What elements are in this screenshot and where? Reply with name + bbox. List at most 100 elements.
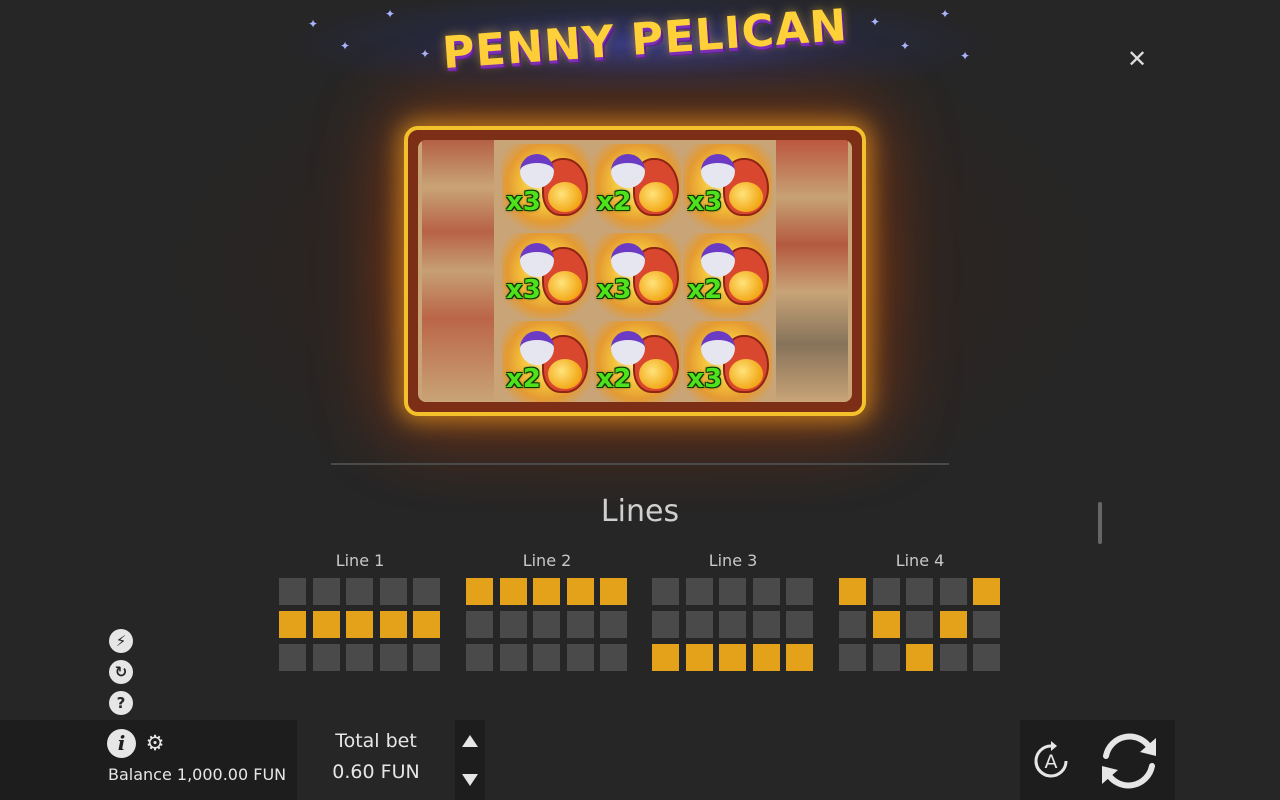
game-logo: ✦ ✦ ✦ ✦ ✦ ✦ ✦ ✦ PENNY PELICAN [290,0,990,92]
payline-cell-active [346,611,373,638]
payline-cell [466,611,493,638]
section-divider [331,463,949,465]
coin-pile [638,182,673,212]
payline-cell [533,644,560,671]
pelican-head [520,154,554,188]
payline-cell [839,611,866,638]
payline-2: Line 2 [466,550,628,671]
payline-cell [533,611,560,638]
payline-cell [939,578,967,605]
close-button[interactable]: ✕ [1124,46,1150,72]
multiplier-label: x3 [596,275,632,306]
coin-pile [548,182,582,212]
multiplier-label: x2 [506,363,541,394]
payline-cell [652,611,679,638]
bet-decrease-icon[interactable] [461,773,479,787]
multiplier-label: x3 [506,275,541,306]
gear-icon[interactable]: ⚙ [144,732,166,754]
pelican-head [520,242,554,277]
payline-cell-active [312,611,340,638]
payline-label: Line 2 [522,551,572,570]
blurred-reel-right [776,140,848,402]
spin-button[interactable] [1094,726,1164,796]
pelican-symbol: x2 [592,144,682,231]
payline-cell [973,611,1000,638]
help-icon[interactable]: ? [109,691,133,715]
payline-cell [312,644,340,671]
multiplier-label: x3 [687,186,723,217]
payline-cell-active [752,644,780,671]
history-icon[interactable]: ↻ [109,660,133,684]
payline-cell-active [652,644,679,671]
scrollbar[interactable] [1098,502,1102,544]
pelican-symbol: x3 [502,232,591,320]
payline-cell [652,578,679,605]
payline-1: Line 1 [279,550,441,671]
payline-grid [652,578,814,671]
bet-increase-icon[interactable] [461,734,479,748]
payline-cell [839,644,866,671]
payline-label: Line 4 [895,551,945,570]
payline-cell [413,578,440,605]
payline-cell [346,644,373,671]
bet-arrows-panel [455,720,485,800]
game-title: PENNY PELICAN [440,0,850,80]
pelican-symbol: x3 [683,321,772,402]
autoplay-button[interactable]: A [1028,738,1074,784]
payline-grid [839,578,1001,671]
payline-cell [499,611,527,638]
payline-cell [466,644,493,671]
payline-cell-active [719,644,746,671]
payline-cell [906,611,933,638]
payline-cell [685,611,713,638]
feature-preview: x3 x2 x3 x3 x3 x2 x2 x2 x3 [404,126,866,416]
multiplier-label: x2 [687,275,723,306]
payline-cell [566,611,594,638]
payline-cell-active [533,578,560,605]
payline-cell [752,578,780,605]
payline-cell-active [786,644,813,671]
coin-pile [548,270,582,301]
multiplier-label: x3 [506,186,541,217]
payline-cell [346,578,373,605]
balance-display: Balance 1,000.00 FUN [108,765,287,784]
payline-cell [379,578,407,605]
pelican-symbol: x3 [683,144,772,231]
pelican-symbol: x3 [502,144,591,231]
coin-pile [638,359,673,390]
coin-pile [729,270,764,301]
pelican-head [610,242,645,277]
pelican-head [610,331,645,366]
payline-cell-active [566,578,594,605]
lines-section-title: Lines [600,494,680,529]
pelican-symbol-grid: x3 x2 x3 x3 x3 x2 x2 x2 x3 [502,144,772,402]
payline-cell [379,644,407,671]
payline-cell-active [379,611,407,638]
turbo-icon[interactable]: ⚡ [109,629,133,653]
payline-cell-active [413,611,440,638]
payline-cell [279,644,306,671]
payline-label: Line 1 [335,551,385,570]
pelican-symbol: x3 [592,232,682,320]
payline-cell [872,578,900,605]
payline-cell-active [499,578,527,605]
payline-cell [786,611,813,638]
payline-cell [566,644,594,671]
payline-cell [939,644,967,671]
autoplay-label: A [1045,751,1058,773]
payline-cell-active [685,644,713,671]
payline-cell [752,611,780,638]
payline-cell-active [906,644,933,671]
payline-cell [719,611,746,638]
pelican-head [610,154,645,188]
pelican-symbol: x2 [683,232,772,320]
pelican-symbol: x2 [502,321,591,402]
multiplier-label: x3 [687,363,723,394]
total-bet-label: Total bet [335,730,417,752]
multiplier-label: x2 [596,186,632,217]
info-icon[interactable]: i [107,729,136,758]
payline-cell [973,644,1000,671]
payline-4: Line 4 [839,550,1001,671]
payline-cell [312,578,340,605]
payline-cell [685,578,713,605]
